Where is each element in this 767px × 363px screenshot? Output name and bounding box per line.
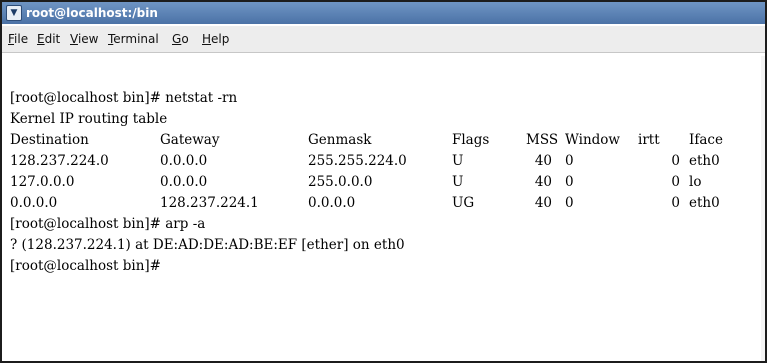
- header-gateway: Gateway: [160, 132, 220, 148]
- command-line-arp: [root@localhost bin]# arp -a: [10, 216, 206, 232]
- route-mss: 40: [534, 153, 552, 169]
- route-genmask: 0.0.0.0: [308, 195, 356, 211]
- title-bar[interactable]: ▼ root@localhost:/bin: [2, 2, 765, 24]
- route-irtt: 0: [671, 195, 680, 211]
- route-flags: U: [452, 153, 464, 169]
- menu-terminal[interactable]: Terminal: [108, 32, 159, 46]
- route-mss: 40: [534, 174, 552, 190]
- window-title: root@localhost:/bin: [26, 6, 158, 20]
- route-flags: U: [452, 174, 464, 190]
- terminal-window: ▼ root@localhost:/bin File Edit View Ter…: [0, 0, 767, 363]
- route-iface: eth0: [689, 195, 720, 211]
- route-irtt: 0: [671, 174, 680, 190]
- route-iface: lo: [689, 174, 702, 190]
- route-window: 0: [565, 174, 574, 190]
- menu-view[interactable]: View: [70, 32, 98, 46]
- route-genmask: 255.255.224.0: [308, 153, 407, 169]
- routing-table-title: Kernel IP routing table: [10, 111, 168, 127]
- header-destination: Destination: [10, 132, 89, 148]
- route-iface: eth0: [689, 153, 720, 169]
- header-flags: Flags: [452, 132, 490, 148]
- menu-file[interactable]: File: [8, 32, 28, 46]
- table-row: 0.0.0.0 128.237.224.1 0.0.0.0 UG 40 0 0 …: [6, 193, 765, 213]
- route-genmask: 255.0.0.0: [308, 174, 373, 190]
- menu-bar: File Edit View Terminal Go Help: [2, 26, 765, 53]
- header-window: Window: [565, 132, 620, 148]
- table-row: 127.0.0.0 0.0.0.0 255.0.0.0 U 40 0 0 lo: [6, 172, 765, 192]
- terminal-scrollbar[interactable]: [761, 56, 765, 361]
- route-mss: 40: [534, 195, 552, 211]
- command-line-netstat: [root@localhost bin]# netstat -rn: [10, 90, 238, 106]
- window-menu-icon[interactable]: ▼: [6, 5, 22, 21]
- route-gateway: 0.0.0.0: [160, 153, 208, 169]
- menu-help[interactable]: Help: [202, 32, 229, 46]
- route-destination: 0.0.0.0: [10, 195, 58, 211]
- table-row: 128.237.224.0 0.0.0.0 255.255.224.0 U 40…: [6, 151, 765, 171]
- routing-table-header: Destination Gateway Genmask Flags MSS Wi…: [6, 130, 765, 150]
- header-mss: MSS: [526, 132, 559, 148]
- header-genmask: Genmask: [308, 132, 372, 148]
- terminal-output[interactable]: [root@localhost bin]# netstat -rn Kernel…: [6, 56, 765, 361]
- route-window: 0: [565, 195, 574, 211]
- route-gateway: 0.0.0.0: [160, 174, 208, 190]
- route-flags: UG: [452, 195, 475, 211]
- route-destination: 127.0.0.0: [10, 174, 75, 190]
- arp-output-line: ? (128.237.224.1) at DE:AD:DE:AD:BE:EF […: [10, 237, 405, 253]
- route-irtt: 0: [671, 153, 680, 169]
- route-window: 0: [565, 153, 574, 169]
- route-gateway: 128.237.224.1: [160, 195, 259, 211]
- header-irtt: irtt: [638, 132, 660, 148]
- shell-prompt: [root@localhost bin]#: [10, 258, 161, 274]
- menu-go[interactable]: Go: [172, 32, 189, 46]
- route-destination: 128.237.224.0: [10, 153, 109, 169]
- header-iface: Iface: [689, 132, 723, 148]
- menu-edit[interactable]: Edit: [37, 32, 60, 46]
